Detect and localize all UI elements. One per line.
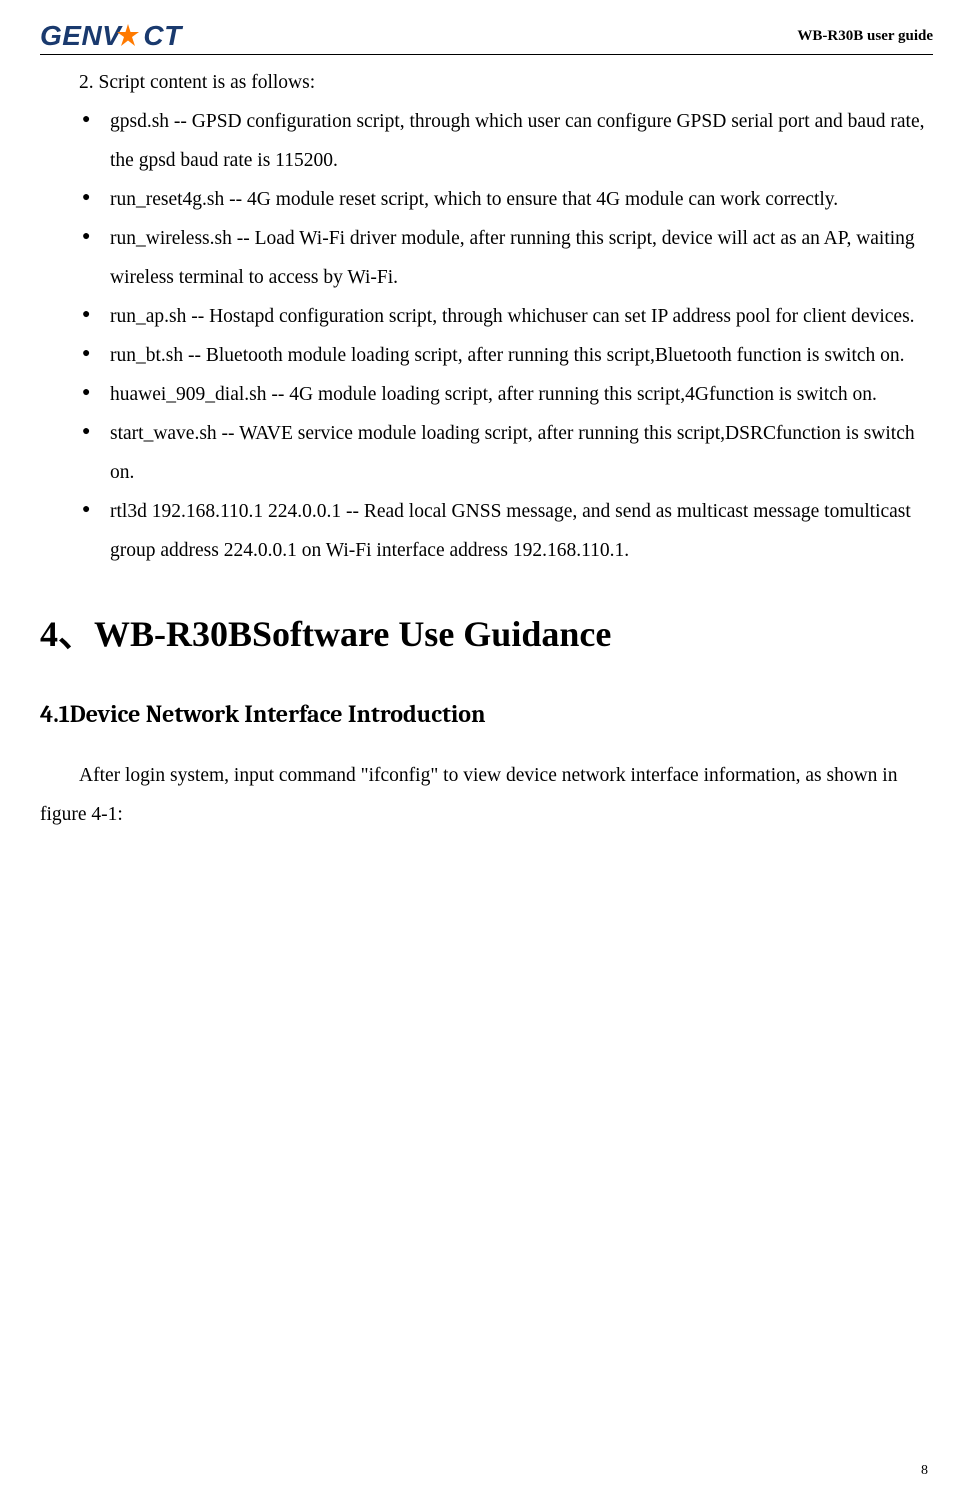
list-item: run_reset4g.sh -- 4G module reset script…: [88, 180, 933, 219]
page-header: GENV CT WB-R30B user guide: [40, 20, 933, 55]
section-heading: 4、WB-R30BSoftware Use Guidance: [40, 598, 933, 670]
header-title: WB-R30B user guide: [797, 28, 933, 45]
list-item: huawei_909_dial.sh -- 4G module loading …: [88, 375, 933, 414]
logo-text-right: CT: [143, 20, 181, 52]
body-content: 2. Script content is as follows: gpsd.sh…: [40, 63, 933, 834]
list-item: run_bt.sh -- Bluetooth module loading sc…: [88, 336, 933, 375]
list-item: gpsd.sh -- GPSD configuration script, th…: [88, 102, 933, 180]
paragraph: After login system, input command "ifcon…: [40, 756, 933, 834]
intro-line: 2. Script content is as follows:: [40, 63, 933, 102]
list-item: start_wave.sh -- WAVE service module loa…: [88, 414, 933, 492]
list-item: run_ap.sh -- Hostapd configuration scrip…: [88, 297, 933, 336]
logo-star-icon: [115, 23, 141, 49]
script-list: gpsd.sh -- GPSD configuration script, th…: [40, 102, 933, 570]
logo-text-left: GENV: [40, 20, 121, 52]
list-item: run_wireless.sh -- Load Wi-Fi driver mod…: [88, 219, 933, 297]
page-number: 8: [921, 1463, 928, 1479]
logo: GENV CT: [40, 20, 182, 52]
list-item: rtl3d 192.168.110.1 224.0.0.1 -- Read lo…: [88, 492, 933, 570]
subsection-heading: 4.1Device Network Interface Introduction: [40, 690, 933, 738]
